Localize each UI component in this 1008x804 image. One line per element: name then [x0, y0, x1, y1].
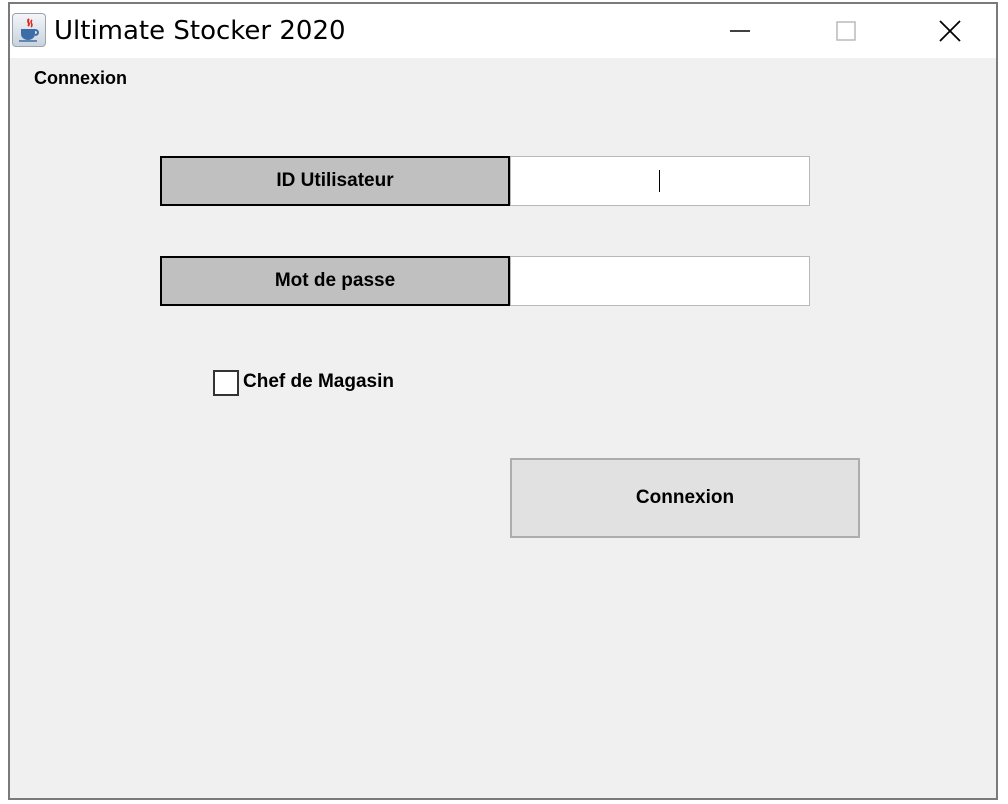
maximize-button[interactable]: [816, 4, 876, 58]
manager-checkbox[interactable]: [213, 370, 239, 396]
login-window: Ultimate Stocker 2020 Connexion ID Utili…: [8, 2, 998, 800]
password-label: Mot de passe: [160, 256, 510, 306]
close-icon: [939, 20, 961, 42]
close-button[interactable]: [920, 4, 980, 58]
java-coffee-cup-icon: [12, 13, 46, 47]
text-caret: [659, 170, 660, 192]
password-input[interactable]: [510, 256, 810, 306]
title-bar[interactable]: Ultimate Stocker 2020: [10, 4, 996, 58]
minimize-icon: [730, 30, 750, 32]
minimize-button[interactable]: [710, 4, 770, 58]
section-title: Connexion: [34, 68, 127, 88]
user-id-input[interactable]: [510, 156, 810, 206]
maximize-icon: [836, 21, 856, 41]
connect-button[interactable]: Connexion: [510, 458, 860, 538]
user-id-label: ID Utilisateur: [160, 156, 510, 206]
manager-checkbox-label[interactable]: Chef de Magasin: [243, 371, 394, 393]
window-title: Ultimate Stocker 2020: [54, 16, 346, 46]
